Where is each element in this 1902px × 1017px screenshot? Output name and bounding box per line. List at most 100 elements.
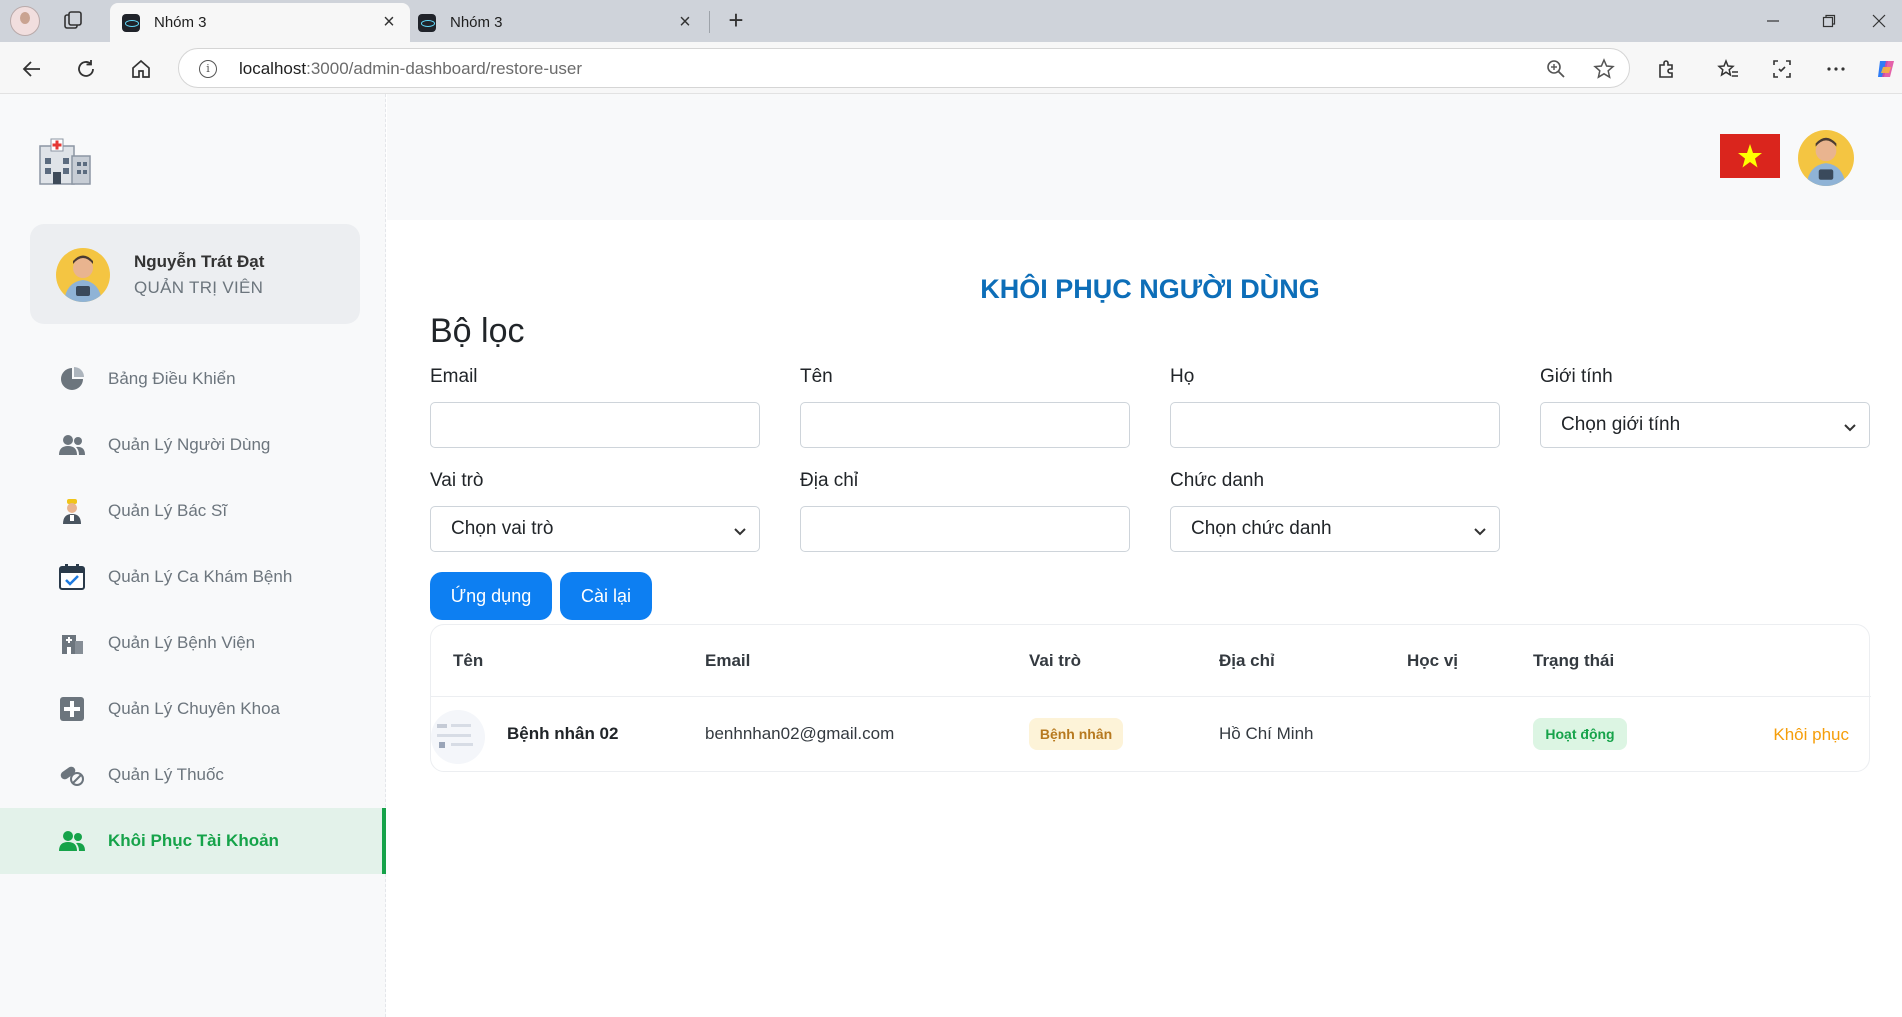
role-select-value: Chọn vai trò	[451, 518, 554, 539]
zoom-icon[interactable]	[1545, 58, 1567, 80]
page-title: KHÔI PHỤC NGƯỜI DÙNG	[980, 274, 1320, 304]
admin-app: Nguyễn Trát Đạt QUẢN TRỊ VIÊN Bảng Điều …	[0, 94, 1902, 1017]
reload-button[interactable]	[70, 53, 102, 85]
chevron-down-icon	[1473, 522, 1487, 536]
last-name-filter: Họ	[1170, 366, 1500, 448]
site-info-icon[interactable]: i	[199, 60, 217, 78]
position-select[interactable]: Chọn chức danh	[1170, 506, 1500, 552]
sidebar-item-label: Quản Lý Chuyên Khoa	[108, 699, 281, 718]
extensions-icon[interactable]	[1650, 53, 1682, 85]
vietnam-flag-language-icon[interactable]	[1720, 134, 1780, 178]
sidebar-item-label: Quản Lý Thuốc	[108, 765, 224, 784]
email-label: Email	[430, 366, 478, 387]
close-window-button[interactable]	[1856, 6, 1902, 36]
gender-label: Giới tính	[1540, 366, 1613, 387]
sidebar-item-dashboard[interactable]: Bảng Điều Khiển	[0, 346, 386, 412]
user-name-cell: Bệnh nhân 02	[507, 724, 619, 743]
top-header	[387, 94, 1902, 220]
role-badge: Bệnh nhân	[1029, 718, 1123, 750]
hospital-icon	[58, 629, 86, 657]
sidebar-item-hospital-management[interactable]: Quản Lý Bệnh Viện	[0, 610, 386, 676]
screenshot-icon[interactable]	[1766, 53, 1798, 85]
column-header-email: Email	[705, 651, 751, 670]
medical-cross-icon	[58, 695, 86, 723]
user-name: Nguyễn Trát Đạt	[134, 252, 265, 271]
position-filter: Chức danh Chọn chức danh	[1170, 470, 1500, 552]
position-label: Chức danh	[1170, 470, 1265, 491]
avatar	[56, 248, 110, 302]
workspaces-icon[interactable]	[62, 10, 84, 32]
pills-icon	[58, 761, 86, 789]
reset-button[interactable]: Cài lại	[560, 572, 652, 620]
role-select[interactable]: Chọn vai trò	[430, 506, 760, 552]
column-header-status: Trạng thái	[1533, 651, 1615, 670]
back-button[interactable]	[16, 53, 48, 85]
gender-filter: Giới tính Chọn giới tính	[1540, 366, 1870, 448]
column-header-role: Vai trò	[1029, 651, 1081, 670]
deleted-users-table: Tên Email Vai trò Địa chỉ Học vị Trạng t…	[430, 624, 1871, 772]
role-label: Vai trò	[430, 470, 484, 491]
header-avatar[interactable]	[1798, 130, 1854, 186]
email-input[interactable]	[430, 402, 760, 448]
address-input[interactable]	[800, 506, 1130, 552]
more-menu-icon[interactable]	[1820, 53, 1852, 85]
address-label: Địa chỉ	[800, 470, 859, 491]
hospital-logo-icon[interactable]	[36, 136, 92, 186]
browser-profile-avatar[interactable]	[10, 6, 40, 36]
user-address-cell: Hồ Chí Minh	[1219, 724, 1314, 743]
sidebar-item-label: Quản Lý Bệnh Viện	[108, 633, 256, 652]
gender-select-value: Chọn giới tính	[1561, 414, 1681, 435]
sidebar-item-specialty-management[interactable]: Quản Lý Chuyên Khoa	[0, 676, 386, 742]
tab-nhom-3[interactable]: Nhóm 3 ×	[406, 3, 706, 42]
table-header: Tên Email Vai trò Địa chỉ Học vị Trạng t…	[431, 625, 1871, 697]
close-tab-icon[interactable]: ×	[676, 12, 694, 32]
email-filter: Email	[430, 366, 760, 448]
doctor-icon	[58, 497, 86, 525]
browser-tab-bar: Nhóm 3 × Nhóm 3 × +	[0, 0, 1902, 42]
react-favicon-icon	[122, 13, 140, 32]
user-email-cell: benhnhan02@gmail.com	[705, 724, 895, 743]
address-filter: Địa chỉ	[800, 470, 1130, 552]
pie-chart-icon	[58, 365, 86, 393]
home-button[interactable]	[125, 53, 157, 85]
sidebar-item-label: Khôi Phục Tài Khoản	[108, 831, 279, 850]
sidebar-item-user-management[interactable]: Quản Lý Người Dùng	[0, 412, 386, 478]
favorites-icon[interactable]	[1712, 53, 1744, 85]
sidebar: Nguyễn Trát Đạt QUẢN TRỊ VIÊN Bảng Điều …	[0, 94, 386, 1017]
user-profile-card[interactable]: Nguyễn Trát Đạt QUẢN TRỊ VIÊN	[30, 224, 360, 324]
column-header-address: Địa chỉ	[1219, 651, 1275, 670]
close-tab-icon[interactable]: ×	[380, 12, 398, 32]
chevron-down-icon	[733, 522, 747, 536]
tab-nhom-3-active[interactable]: Nhóm 3 ×	[110, 3, 410, 42]
sidebar-item-doctor-management[interactable]: Quản Lý Bác Sĩ	[0, 478, 386, 544]
sidebar-item-medicine-management[interactable]: Quản Lý Thuốc	[0, 742, 386, 808]
role-filter: Vai trò Chọn vai trò	[430, 470, 760, 552]
tab-title: Nhóm 3	[450, 14, 503, 31]
first-name-filter: Tên	[800, 366, 1130, 448]
restore-window-button[interactable]	[1806, 6, 1852, 36]
sidebar-item-label: Quản Lý Bác Sĩ	[108, 501, 228, 520]
first-name-input[interactable]	[800, 402, 1130, 448]
sidebar-menu: Bảng Điều Khiển Quản Lý Người Dùng Quản …	[0, 346, 386, 874]
position-select-value: Chọn chức danh	[1191, 518, 1332, 539]
sidebar-item-label: Bảng Điều Khiển	[108, 369, 236, 388]
address-bar[interactable]: i localhost:3000/admin-dashboard/restore…	[178, 48, 1630, 88]
sidebar-item-account-restore[interactable]: Khôi Phục Tài Khoản	[0, 808, 386, 874]
user-role: QUẢN TRỊ VIÊN	[134, 278, 264, 297]
filter-heading: Bộ lọc	[430, 312, 525, 350]
new-tab-button[interactable]: +	[722, 7, 750, 35]
react-favicon-icon	[418, 13, 436, 32]
minimize-button[interactable]	[1750, 6, 1796, 36]
restore-user-link[interactable]: Khôi phục	[1773, 725, 1849, 745]
users-icon	[58, 827, 86, 855]
sidebar-item-label: Quản Lý Ca Khám Bệnh	[108, 567, 293, 586]
last-name-input[interactable]	[1170, 402, 1500, 448]
first-name-label: Tên	[800, 366, 833, 387]
status-badge: Hoạt động	[1533, 718, 1627, 750]
gender-select[interactable]: Chọn giới tính	[1540, 402, 1870, 448]
sidebar-item-appointment-management[interactable]: Quản Lý Ca Khám Bệnh	[0, 544, 386, 610]
apply-button[interactable]: Ứng dụng	[430, 572, 552, 620]
url-text: localhost:3000/admin-dashboard/restore-u…	[239, 59, 583, 78]
copilot-icon[interactable]	[1870, 53, 1902, 85]
favorite-star-icon[interactable]	[1593, 58, 1615, 80]
